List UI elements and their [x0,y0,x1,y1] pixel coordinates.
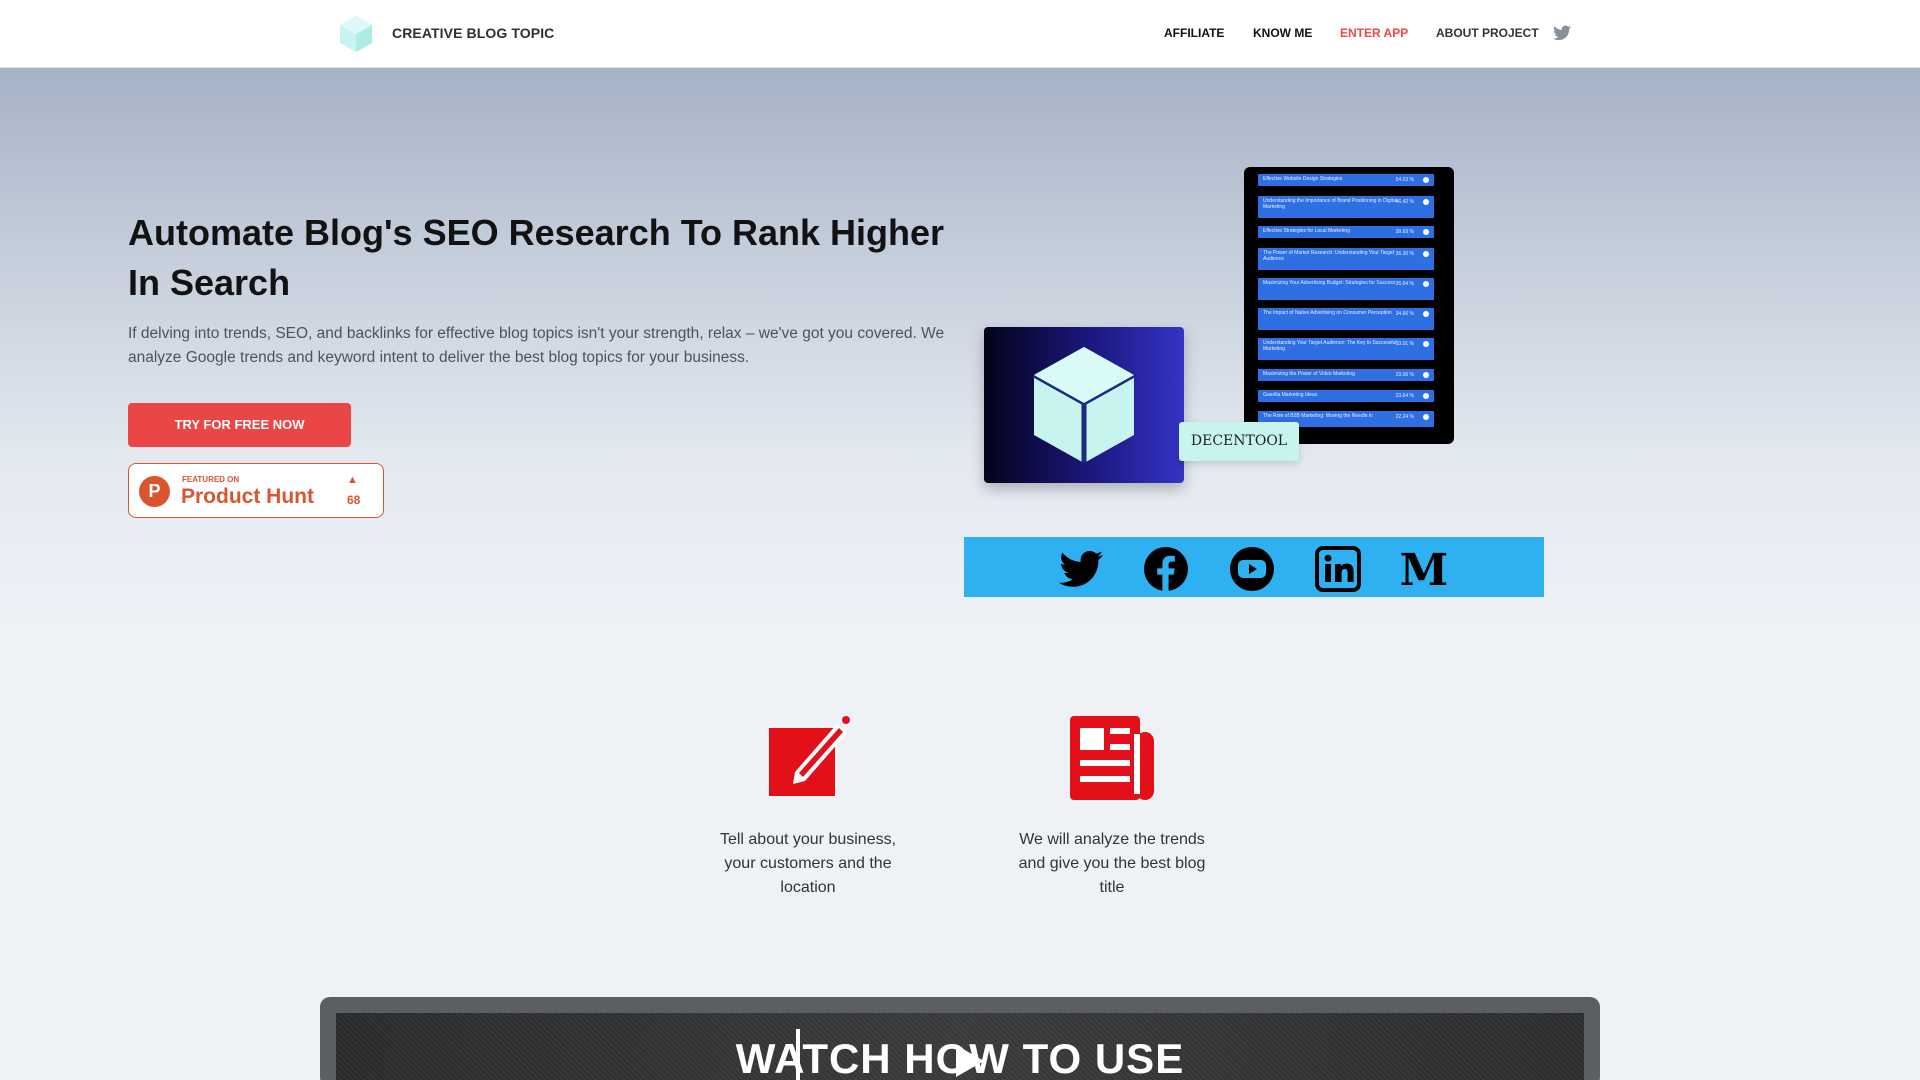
phone-row-percent: 46.42 % [1395,199,1414,205]
info-dot-icon [1423,393,1429,399]
phone-row-title: The Power of Market Research: Understand… [1263,250,1395,262]
edit-icon [769,716,850,796]
phone-row-percent: 23.64 % [1395,393,1414,399]
phone-row-title: Understanding the Importance of Brand Po… [1263,198,1397,210]
logo-cube-icon[interactable] [336,14,376,54]
phone-list-row: Guerilla Marketing Ideas 23.64 % [1258,390,1434,402]
phone-row-title: Guerilla Marketing Ideas [1263,392,1318,398]
product-hunt-votes: 68 [347,493,361,507]
phone-row-title: Understanding Your Target Audience: The … [1263,340,1397,352]
phone-row-percent: 35.64 % [1395,281,1414,287]
phone-row-percent: 22.24 % [1395,414,1414,420]
phone-list-row: The Power of Market Research: Understand… [1258,248,1434,270]
phone-list-row: Understanding the Importance of Brand Po… [1258,196,1434,218]
product-hunt-featured-label: FEATURED ON [182,475,240,484]
nav-know-me[interactable]: KNOW ME [1253,26,1312,40]
phone-list-row: Maximizing Your Advertising Budget: Stra… [1258,278,1434,300]
try-for-free-button[interactable]: TRY FOR FREE NOW [128,403,351,447]
info-dot-icon [1423,281,1429,287]
social-links-bar: M [964,537,1544,597]
phone-list-row: Understanding Your Target Audience: The … [1258,338,1434,360]
info-dot-icon [1423,251,1429,257]
facebook-icon[interactable] [1142,545,1190,593]
app-preview-card [984,327,1184,483]
product-hunt-badge[interactable]: P FEATURED ON Product Hunt ▲ 68 [128,463,384,518]
play-icon[interactable] [948,1041,988,1080]
phone-list-row: The Impact of Native Advertising on Cons… [1258,308,1434,330]
youtube-icon[interactable] [1228,545,1276,593]
info-dot-icon [1423,177,1429,183]
info-dot-icon [1423,311,1429,317]
phone-row-title: Effective Strategies for Local Marketing [1263,228,1350,234]
feature-text-business: Tell about your business, your customers… [719,831,897,896]
phone-list-row: Effective Website Design Strategies 54.03… [1258,174,1434,186]
video-section: WATCH HOW TO USE [320,997,1600,1080]
hero-title: Automate Blog's SEO Research To Rank Hig… [128,212,945,303]
cube-logo-icon [1032,347,1136,463]
phone-list-row: Effective Strategies for Local Marketing… [1258,226,1434,238]
phone-row-title: The Role of B2B Marketing: Moving the Ne… [1263,413,1373,419]
info-dot-icon [1423,341,1429,347]
phone-row-percent: 29.06 % [1395,372,1414,378]
phone-row-percent: 39.69 % [1395,229,1414,235]
phone-row-title: The Impact of Native Advertising on Cons… [1263,310,1392,316]
info-dot-icon [1423,199,1429,205]
phone-mockup: Effective Website Design Strategies 54.03… [1244,167,1454,444]
twitter-icon[interactable] [1057,545,1105,593]
upvote-triangle-icon: ▲ [347,474,358,486]
medium-icon[interactable]: M [1400,545,1448,593]
phone-row-percent: 36.30 % [1395,251,1414,257]
nav-affiliate[interactable]: AFFILIATE [1164,26,1224,40]
hero-description: If delving into trends, SEO, and backlin… [128,325,945,366]
phone-row-percent: 33.01 % [1395,341,1414,347]
phone-list-row: Maximizing the Power of Video Marketing 2… [1258,369,1434,381]
phone-row-title: Maximizing the Power of Video Marketing [1263,371,1355,377]
linkedin-icon[interactable] [1314,545,1362,593]
nav-enter-app[interactable]: ENTER APP [1340,26,1408,40]
info-dot-icon [1423,229,1429,235]
nav-about-project[interactable]: ABOUT PROJECT [1436,26,1539,40]
brand-name[interactable]: CREATIVE BLOG TOPIC [392,25,554,41]
info-dot-icon [1423,372,1429,378]
svg-text:M: M [1400,545,1448,593]
twitter-icon[interactable] [1553,25,1571,41]
phone-row-title: Maximizing Your Advertising Budget: Stra… [1263,280,1396,286]
decentool-label: DECENTOOL [1179,422,1299,461]
feature-text-analysis: We will analyze the trends and give you … [1018,831,1206,896]
video-player[interactable]: WATCH HOW TO USE [336,1013,1584,1080]
phone-row-title: Effective Website Design Strategies [1263,176,1343,182]
product-hunt-logo-icon: P [139,476,170,507]
info-dot-icon [1423,414,1429,420]
site-header: CREATIVE BLOG TOPIC AFFILIATE KNOW ME EN… [0,0,1920,68]
newspaper-icon [1070,716,1154,800]
product-hunt-name: Product Hunt [181,485,314,508]
phone-row-percent: 54.03 % [1395,177,1414,183]
phone-row-percent: 34.66 % [1395,311,1414,317]
